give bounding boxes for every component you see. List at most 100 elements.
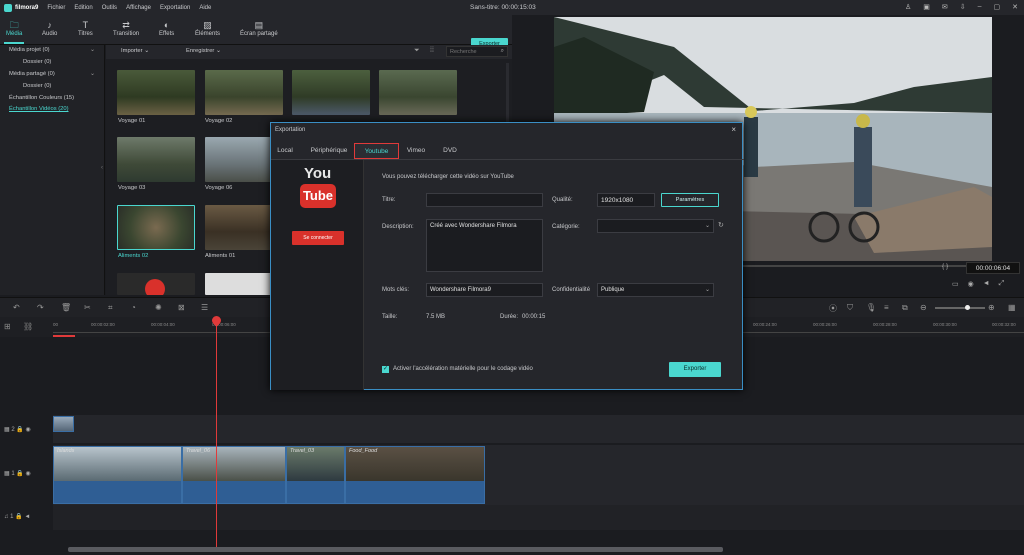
refresh-icon[interactable]: ↻ xyxy=(718,221,724,229)
color-icon[interactable]: ✺ xyxy=(155,303,162,312)
menu-view[interactable]: Affichage xyxy=(126,5,151,11)
tab-transition[interactable]: ⇄ Transition xyxy=(113,20,139,37)
timeline-clip[interactable]: Travel_03 xyxy=(286,446,345,504)
hw-accel-checkbox[interactable]: ✓ xyxy=(382,366,389,373)
lock-icon[interactable]: 🔒 xyxy=(16,427,23,433)
thumb-voyage-01[interactable] xyxy=(117,70,195,115)
screen-icon[interactable]: ▭ xyxy=(952,280,959,288)
chevron-down-icon[interactable]: ⌄ xyxy=(90,46,95,53)
settings-button[interactable]: Paramètres xyxy=(661,193,719,207)
menu-help[interactable]: Aide xyxy=(199,5,211,11)
category-select[interactable]: ⌄ xyxy=(597,219,714,233)
audio-track-1[interactable] xyxy=(53,505,1024,530)
dialog-export-button[interactable]: Exporter xyxy=(669,362,721,377)
mail-icon[interactable]: ✉ xyxy=(942,3,948,11)
thumb-voyage-04[interactable] xyxy=(379,70,457,115)
quality-field[interactable]: 1920x1080 xyxy=(597,193,655,207)
privacy-select[interactable]: Publique ⌄ xyxy=(597,283,714,297)
cut-icon[interactable]: ✂ xyxy=(84,303,91,312)
timeline-clip[interactable]: Travel_06 xyxy=(182,446,286,504)
menu-tools[interactable]: Outils xyxy=(102,5,117,11)
sidebar-item-shared-media[interactable]: Média partagé (0) xyxy=(9,71,55,77)
audio-mixer-icon[interactable]: ☰ xyxy=(201,303,208,312)
tab-device[interactable]: Périphérique xyxy=(307,143,351,159)
thumb-voyage-03-alt[interactable] xyxy=(292,70,370,115)
fullscreen-icon[interactable]: ⤢ xyxy=(999,280,1005,288)
mark-in-out-brackets[interactable]: { } xyxy=(942,263,948,270)
download-icon[interactable]: ⇩ xyxy=(960,3,966,11)
render-icon[interactable]: ⦿ xyxy=(829,303,837,314)
ruler-label: 00:00:26:00 xyxy=(813,322,837,327)
marker-icon[interactable]: ⛉ xyxy=(847,303,853,313)
overlay-clip[interactable] xyxy=(53,416,74,432)
tab-titles[interactable]: T Titres xyxy=(78,20,93,37)
close-icon[interactable]: × xyxy=(731,125,736,134)
volume-icon[interactable]: ◄ xyxy=(983,280,990,288)
lock-icon[interactable]: 🔒 xyxy=(16,471,23,477)
sidebar-item-sample-colors[interactable]: Échantillon Couleurs (15) xyxy=(9,95,74,101)
menu-export[interactable]: Exportation xyxy=(160,5,190,11)
thumb-voyage-02[interactable] xyxy=(205,70,283,115)
minimize-icon[interactable]: – xyxy=(978,3,982,11)
account-icon[interactable]: ♙ xyxy=(905,3,911,11)
zoom-in-icon[interactable]: ⊕ xyxy=(988,303,995,312)
delete-icon[interactable]: 🗑 xyxy=(61,303,71,312)
tab-effects[interactable]: ◐ Effets xyxy=(159,20,174,37)
tab-youtube[interactable]: Youtube xyxy=(354,143,399,159)
tab-vimeo[interactable]: Vimeo xyxy=(405,143,427,159)
timeline-clip[interactable]: Food_Food xyxy=(345,446,485,504)
voiceover-icon[interactable]: ≡ xyxy=(884,303,889,312)
connect-button[interactable]: Se connecter xyxy=(292,231,344,245)
zoom-slider[interactable] xyxy=(935,305,985,310)
save-icon[interactable]: ▣ xyxy=(923,3,930,11)
sidebar-item-sample-videos[interactable]: Échantillon Vidéos (20) xyxy=(9,106,69,112)
zoom-out-icon[interactable]: ⊖ xyxy=(920,303,927,312)
description-textarea[interactable]: Créé avec Wondershare Filmora xyxy=(426,219,543,272)
thumb-voyage-03[interactable] xyxy=(117,137,195,182)
tab-media[interactable]: 🗀 Média xyxy=(3,20,25,44)
thumb-countdown[interactable] xyxy=(117,273,195,295)
record-dropdown[interactable]: Enregistrer ⌄ xyxy=(186,48,221,54)
menu-edit[interactable]: Edition xyxy=(74,5,92,11)
speed-icon[interactable]: ◔ xyxy=(131,303,136,312)
tab-local[interactable]: Local xyxy=(276,143,294,159)
volume-icon[interactable]: ◄ xyxy=(24,514,30,520)
eye-icon[interactable]: ◉ xyxy=(26,427,31,433)
sidebar-item-folder[interactable]: Dossier (0) xyxy=(23,59,51,65)
grid-view-icon[interactable]: ⁞⁞ xyxy=(430,47,434,54)
video-track-2[interactable] xyxy=(53,415,1024,443)
keywords-input[interactable]: Wondershare Filmora9 xyxy=(426,283,543,297)
mic-icon[interactable]: 🎙 xyxy=(866,303,876,312)
eye-icon[interactable]: ◉ xyxy=(26,471,31,477)
add-track-icon[interactable]: ⊞ xyxy=(4,322,11,331)
close-icon[interactable]: ✕ xyxy=(1012,3,1018,11)
tab-elements[interactable]: ▨ Éléments xyxy=(195,20,220,37)
snapshot-icon[interactable]: ⧉ xyxy=(902,303,908,313)
menu-file[interactable]: Fichier xyxy=(47,5,65,11)
filter-icon[interactable]: ⏷ xyxy=(414,47,420,55)
search-input[interactable]: Recherche ⌕ xyxy=(446,46,508,57)
playhead[interactable] xyxy=(216,320,217,548)
settings-icon[interactable]: ▦ xyxy=(1008,303,1016,312)
green-screen-icon[interactable]: ⊠ xyxy=(178,303,185,312)
timeline-scrollbar[interactable] xyxy=(68,547,723,552)
camera-icon[interactable]: ◉ xyxy=(968,280,974,288)
sidebar-item-folder[interactable]: Dossier (0) xyxy=(23,83,51,89)
tab-split-screen[interactable]: ▤ Écran partagé xyxy=(240,20,278,37)
tab-audio[interactable]: ♪ Audio xyxy=(42,20,57,37)
lock-icon[interactable]: 🔒 xyxy=(15,514,22,520)
title-input[interactable] xyxy=(426,193,543,207)
import-dropdown[interactable]: Importer ⌄ xyxy=(121,48,149,54)
redo-icon[interactable]: ↷ xyxy=(37,303,44,312)
maximize-icon[interactable]: ▢ xyxy=(994,3,1001,11)
tab-dvd[interactable]: DVD xyxy=(441,143,459,159)
split-screen-icon: ▤ xyxy=(254,20,264,30)
sidebar-item-project-media[interactable]: Média projet (0) xyxy=(9,47,50,53)
thumb-aliments-02[interactable] xyxy=(117,205,195,250)
link-icon[interactable]: ⛓ xyxy=(23,322,33,331)
chevron-down-icon[interactable]: ⌄ xyxy=(90,70,95,77)
timeline-clip[interactable]: Islands xyxy=(53,446,182,504)
undo-icon[interactable]: ↶ xyxy=(13,303,20,312)
crop-icon[interactable]: ⌗ xyxy=(108,303,113,313)
collapse-arrow-icon[interactable]: ‹ xyxy=(101,165,103,171)
